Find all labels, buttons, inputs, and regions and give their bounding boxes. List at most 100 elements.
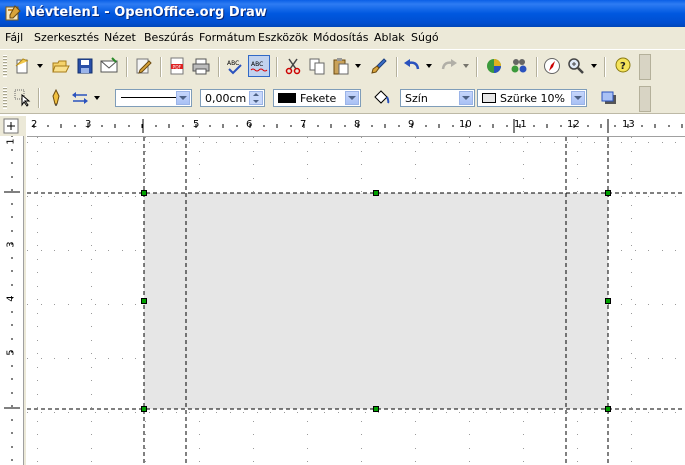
grid-dot	[81, 412, 82, 413]
vertical-ruler[interactable]: 1 3 4 5	[0, 136, 24, 465]
email-button[interactable]	[98, 55, 120, 77]
area-style-select[interactable]: Szín	[400, 89, 475, 107]
menu-help[interactable]: Súgó	[411, 31, 439, 44]
grid-dot	[199, 448, 200, 449]
grid-dot	[91, 151, 92, 152]
autospellcheck-button[interactable]: ABC	[248, 55, 270, 77]
chevron-down-icon[interactable]	[345, 91, 359, 105]
grid-dot	[230, 142, 231, 143]
new-document-dropdown[interactable]	[36, 55, 44, 77]
area-button[interactable]	[370, 87, 392, 109]
clone-formatting-button[interactable]	[368, 55, 390, 77]
grid-dot	[81, 304, 82, 305]
redo-dropdown[interactable]	[462, 55, 470, 77]
toolbar-overflow-handle[interactable]	[639, 86, 651, 112]
menu-window[interactable]: Ablak	[374, 31, 405, 44]
line-button[interactable]	[45, 87, 67, 109]
toolbar-overflow-handle[interactable]	[639, 54, 651, 80]
grid-dot	[324, 412, 325, 413]
selected-rectangle[interactable]	[144, 193, 608, 409]
selection-handle[interactable]	[605, 298, 611, 304]
chevron-down-icon[interactable]	[459, 91, 473, 105]
navigator-icon	[511, 59, 527, 73]
grid-dot	[419, 412, 420, 413]
area-color-select[interactable]: Szürke 10%	[477, 89, 587, 107]
grid-dot	[37, 286, 38, 287]
menu-file[interactable]: Fájl	[5, 31, 23, 44]
menu-view[interactable]: Nézet	[104, 31, 136, 44]
selection-handle[interactable]	[605, 406, 611, 412]
new-document-button[interactable]	[12, 55, 34, 77]
grid-dot	[37, 448, 38, 449]
grid-dot	[500, 142, 501, 143]
paste-dropdown[interactable]	[354, 55, 362, 77]
selection-handle[interactable]	[141, 406, 147, 412]
redo-button[interactable]	[438, 55, 460, 77]
area-color-label: Szürke 10%	[500, 92, 565, 105]
toolbar-grip[interactable]	[3, 55, 7, 77]
separator	[476, 57, 478, 77]
horizontal-ruler[interactable]: 2 3 5 6 7 8 9 10 11 12 13	[27, 116, 685, 137]
arrow-style-dropdown[interactable]	[93, 87, 101, 109]
menu-modify[interactable]: Módosítás	[313, 31, 369, 44]
title-bar[interactable]: Névtelen1 - OpenOffice.org Draw	[0, 0, 685, 27]
undo-dropdown[interactable]	[425, 55, 433, 77]
spellcheck-button[interactable]: ABC	[224, 55, 246, 77]
chevron-down-icon[interactable]	[571, 91, 585, 105]
grid-dot	[37, 205, 38, 206]
help-icon: ?	[615, 57, 631, 73]
ruler-number: 3	[5, 241, 17, 248]
help-button[interactable]: ?	[612, 55, 634, 77]
grid-dot	[577, 178, 578, 179]
ruler-corner[interactable]	[0, 116, 26, 136]
menu-format[interactable]: Formátum	[199, 31, 255, 44]
zoom-dropdown[interactable]	[590, 55, 598, 77]
navigator-button[interactable]	[508, 55, 530, 77]
open-button[interactable]	[50, 55, 72, 77]
print-button[interactable]	[190, 55, 212, 77]
grid-dot	[253, 151, 254, 152]
grid-dot	[41, 142, 42, 143]
grid-dot	[243, 142, 244, 143]
export-pdf-button[interactable]: PDF	[166, 55, 188, 77]
menu-insert[interactable]: Beszúrás	[144, 31, 194, 44]
save-button[interactable]	[74, 55, 96, 77]
chevron-down-icon[interactable]	[176, 91, 190, 105]
chart-button[interactable]	[483, 55, 505, 77]
toolbar-grip[interactable]	[3, 87, 7, 109]
grid-dot	[253, 461, 254, 462]
zoom-button[interactable]	[565, 55, 587, 77]
grid-dot	[37, 461, 38, 462]
grid-dot	[432, 412, 433, 413]
selection-handle[interactable]	[141, 190, 147, 196]
grid-dot	[91, 191, 92, 192]
navigator-compass-button[interactable]	[541, 55, 563, 77]
selection-handle[interactable]	[373, 190, 379, 196]
grid-dot	[257, 142, 258, 143]
grid-dot	[135, 412, 136, 413]
paste-button[interactable]	[330, 55, 352, 77]
selection-handle[interactable]	[373, 406, 379, 412]
menu-tools[interactable]: Eszközök	[258, 31, 308, 44]
edit-points-button[interactable]	[12, 87, 34, 109]
selection-handle[interactable]	[141, 298, 147, 304]
shadow-button[interactable]	[598, 87, 620, 109]
grid-dot	[41, 250, 42, 251]
line-width-spinner[interactable]	[249, 91, 263, 105]
line-style-select[interactable]	[115, 89, 192, 107]
line-width-field[interactable]: 0,00cm	[200, 89, 265, 107]
line-color-select[interactable]: Fekete	[273, 89, 361, 107]
copy-button[interactable]	[306, 55, 328, 77]
arrow-style-button[interactable]	[69, 87, 91, 109]
selection-handle[interactable]	[605, 190, 611, 196]
grid-dot	[135, 304, 136, 305]
open-folder-icon	[52, 60, 70, 73]
undo-button[interactable]	[401, 55, 423, 77]
cut-button[interactable]	[282, 55, 304, 77]
menu-edit[interactable]: Szerkesztés	[34, 31, 99, 44]
grid-dot	[469, 151, 470, 152]
grid-dot	[631, 461, 632, 462]
edit-file-button[interactable]	[132, 55, 154, 77]
grid-dot	[365, 142, 366, 143]
drawing-canvas[interactable]	[27, 137, 685, 465]
